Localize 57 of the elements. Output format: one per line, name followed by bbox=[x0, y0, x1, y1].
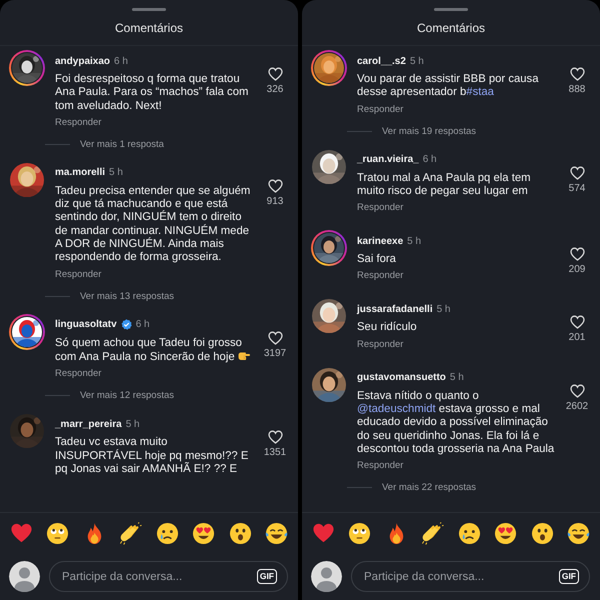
reply-link[interactable]: Responder bbox=[357, 102, 404, 117]
like-count: 913 bbox=[266, 196, 284, 207]
reply-link[interactable]: Responder bbox=[55, 116, 102, 130]
view-replies-link[interactable]: Ver mais 22 respostas bbox=[382, 482, 476, 494]
like-count: 1351 bbox=[264, 447, 286, 458]
comment-text: Seu ridículo bbox=[357, 321, 418, 335]
timestamp: 5 h bbox=[109, 167, 123, 178]
username[interactable]: linguasoltatv bbox=[55, 319, 117, 330]
username[interactable]: carol__.s2 bbox=[357, 56, 406, 66]
like-count: 574 bbox=[568, 182, 586, 194]
timestamp: 6 h bbox=[114, 56, 128, 66]
username[interactable]: jussarafadanelli bbox=[357, 304, 433, 315]
view-replies-link[interactable]: Ver mais 13 respostas bbox=[80, 290, 174, 302]
timestamp: 5 h bbox=[126, 418, 140, 430]
comment-text: Tadeu precisa entender que se alguém diz que tá machucando e que está sentindo dor, NINGUÉM tem o direito de mandar continuar. NINGUÉM mede A DOR de NINGUÉM. Ainda mais respondendo de forma grosseira. bbox=[55, 184, 252, 265]
view-replies-link[interactable]: Ver mais 12 respostas bbox=[80, 390, 174, 402]
timestamp: 6 h bbox=[136, 319, 150, 330]
view-replies-link[interactable]: Ver mais 19 respostas bbox=[382, 126, 476, 137]
reply-link[interactable]: Responder bbox=[55, 367, 102, 382]
reply-link[interactable]: Responder bbox=[357, 201, 404, 216]
like-count: 888 bbox=[568, 84, 586, 95]
reply-link[interactable]: Responder bbox=[357, 459, 404, 474]
gif-button[interactable]: GIF bbox=[256, 569, 277, 584]
hashtag-link[interactable]: #staa bbox=[466, 86, 494, 98]
comment-input[interactable]: Participe da conversa... GIF bbox=[351, 561, 590, 592]
comment-text: Sai fora bbox=[357, 253, 397, 266]
comment-input[interactable]: Participe da conversa... GIF bbox=[49, 561, 288, 592]
timestamp: 5 h bbox=[436, 304, 450, 315]
like-count: 201 bbox=[568, 332, 586, 344]
panel-title: Comentários bbox=[416, 21, 486, 35]
username[interactable]: ma.morelli bbox=[55, 167, 106, 178]
username[interactable]: andypaixao bbox=[55, 56, 110, 66]
reply-link[interactable]: Responder bbox=[357, 269, 404, 284]
like-count: 209 bbox=[568, 264, 586, 276]
comment-text: Estava nítido o quanto o @tadeuschmidt estava grosso e mal educado devido a possível eliminação do seu queridinho Jonas. Ela foi lá e descontou toda grosseria na Ana Paula bbox=[357, 390, 555, 456]
comment-text: Foi desrespeitoso q forma que tratou Ana Paula. Para os “machos” fala com tom aveludado. Next! bbox=[55, 73, 250, 113]
panel-title: Comentários bbox=[114, 21, 184, 35]
mention-link[interactable]: @tadeuschmidt bbox=[357, 403, 436, 416]
username[interactable]: gustavomansuetto bbox=[357, 372, 446, 384]
comment-text: Tadeu vc estava muito INSUPORTÁVEL hoje pq mesmo!?? E pq Jonas vai sair AMANHÃ E!? ?? E bbox=[55, 436, 250, 476]
reply-link[interactable]: Responder bbox=[357, 338, 404, 352]
timestamp: 6 h bbox=[422, 154, 437, 166]
comment-text: Tratou mal a Ana Paula pq ela tem muito risco de pegar seu lugar em bbox=[357, 172, 532, 198]
timestamp: 5 h bbox=[450, 372, 464, 384]
username[interactable]: karineexe bbox=[357, 236, 404, 247]
gif-button[interactable]: GIF bbox=[558, 569, 579, 584]
username[interactable]: _marr_pereira bbox=[55, 418, 122, 430]
comment-text: Só quem achou que Tadeu foi grosso com Ana Paula no Sincerão de hoje bbox=[55, 336, 253, 364]
like-count: 3197 bbox=[264, 348, 286, 359]
username[interactable]: _ruan.vieira_ bbox=[357, 154, 419, 166]
timestamp: 5 h bbox=[407, 236, 422, 247]
comment-text: Vou parar de assistir BBB por causa desse apresentador b#staa bbox=[357, 73, 540, 100]
reply-link[interactable]: Responder bbox=[55, 268, 102, 282]
view-replies-link[interactable]: Ver mais 1 resposta bbox=[80, 138, 164, 150]
like-count: 2602 bbox=[566, 400, 588, 412]
like-count: 326 bbox=[266, 84, 284, 95]
timestamp: 5 h bbox=[410, 56, 424, 66]
